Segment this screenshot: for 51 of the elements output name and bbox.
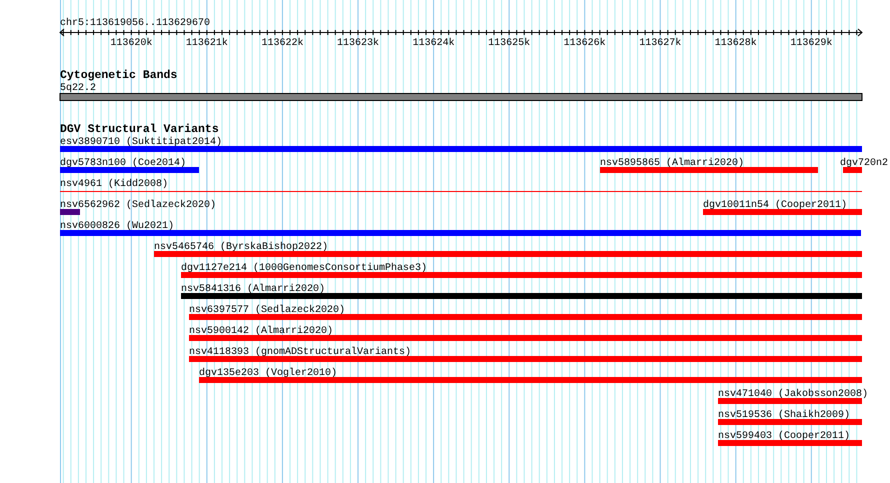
variant-label[interactable]: nsv6000826 (Wu2021) bbox=[60, 221, 174, 232]
tick-label: 113627k bbox=[639, 38, 682, 49]
tick-label: 113625k bbox=[488, 38, 530, 49]
variant-bar[interactable] bbox=[181, 272, 862, 278]
variant-line[interactable] bbox=[60, 191, 862, 192]
variant-bar[interactable] bbox=[600, 167, 818, 173]
tick-label: 113629k bbox=[790, 38, 832, 49]
variant-bar[interactable] bbox=[718, 398, 862, 404]
variant-label[interactable]: dgv5783n100 (Coe2014) bbox=[60, 158, 186, 169]
variant-bar[interactable] bbox=[199, 377, 862, 383]
variant-label[interactable]: nsv6562962 (Sedlazeck2020) bbox=[60, 200, 216, 211]
variant-bar[interactable] bbox=[154, 251, 862, 257]
position-label: chr5:113619056..113629670 bbox=[60, 18, 210, 29]
variant-label[interactable]: nsv5895865 (Almarri2020) bbox=[600, 158, 744, 169]
tick-label: 113623k bbox=[337, 38, 380, 49]
variant-label[interactable]: nsv599403 (Cooper2011) bbox=[718, 431, 850, 442]
variant-bar[interactable] bbox=[189, 314, 862, 320]
variant-label[interactable]: dgv720n2 bbox=[840, 158, 888, 169]
variant-bar[interactable] bbox=[718, 419, 862, 425]
variant-label[interactable]: esv3890710 (Suktitipat2014) bbox=[60, 137, 222, 148]
tick-label: 113628k bbox=[714, 38, 757, 49]
variant-bar[interactable] bbox=[718, 440, 862, 446]
track-title: DGV Structural Variants bbox=[60, 123, 219, 136]
variant-bar[interactable] bbox=[60, 167, 199, 173]
tick-label: 113620k bbox=[110, 38, 152, 49]
variant-bar[interactable] bbox=[60, 209, 80, 215]
variant-bar[interactable] bbox=[189, 335, 862, 341]
variant-label[interactable]: nsv519536 (Shaikh2009) bbox=[718, 410, 850, 421]
variant-label[interactable]: dgv135e203 (Vogler2010) bbox=[199, 368, 338, 379]
variant-bar[interactable] bbox=[181, 293, 862, 299]
variant-bar[interactable] bbox=[703, 209, 862, 215]
cytoband-bar[interactable] bbox=[60, 93, 862, 101]
variant-label[interactable]: nsv6397577 (Sedlazeck2020) bbox=[189, 305, 346, 316]
tick-label: 113622k bbox=[261, 38, 304, 49]
variant-label[interactable]: dgv1127e214 (1000GenomesConsortiumPhase3) bbox=[181, 263, 428, 274]
variant-bar[interactable] bbox=[843, 167, 862, 173]
variant-label[interactable]: nsv4961 (Kidd2008) bbox=[60, 179, 168, 190]
variant-label[interactable]: nsv4118393 (gnomADStructuralVariants) bbox=[189, 347, 412, 358]
tick-label: 113624k bbox=[412, 38, 455, 49]
variant-label[interactable]: nsv471040 (Jakobsson2008) bbox=[718, 389, 868, 400]
variant-bar[interactable] bbox=[60, 146, 862, 152]
band-label: 5q22.2 bbox=[60, 83, 96, 94]
variant-label[interactable]: nsv5841316 (Almarri2020) bbox=[181, 284, 326, 295]
tick-label: 113626k bbox=[564, 38, 606, 49]
tick-label: 113621k bbox=[186, 38, 228, 49]
variant-label[interactable]: dgv10011n54 (Cooper2011) bbox=[703, 200, 848, 211]
track-title: Cytogenetic Bands bbox=[60, 69, 178, 82]
variant-label[interactable]: nsv5465746 (ByrskaBishop2022) bbox=[154, 242, 328, 253]
variant-bar[interactable] bbox=[60, 230, 861, 236]
variant-bar[interactable] bbox=[189, 356, 862, 362]
variant-label[interactable]: nsv5900142 (Almarri2020) bbox=[189, 326, 334, 337]
